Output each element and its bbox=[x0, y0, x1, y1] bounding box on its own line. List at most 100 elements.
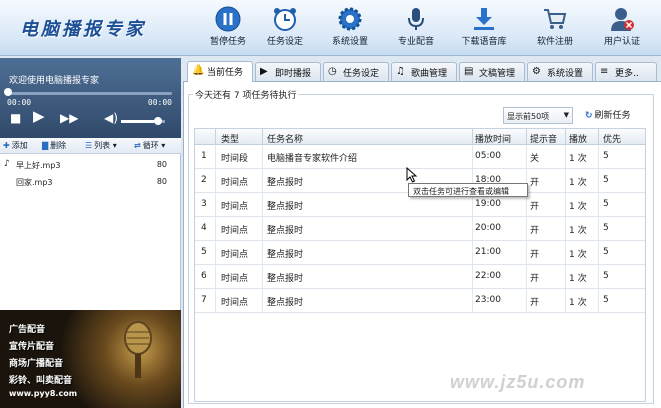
cell-type: 时间点 bbox=[221, 226, 249, 236]
system-setting-button[interactable]: 系统设置 bbox=[318, 6, 382, 52]
table-row[interactable]: 5 时间点 整点报时 21:00 开 1 次 5 bbox=[195, 241, 645, 265]
table-row[interactable]: 6 时间点 整点报时 22:00 开 1 次 5 bbox=[195, 265, 645, 289]
clock-icon: ◷ bbox=[328, 66, 337, 77]
trash-icon: ▇ bbox=[42, 141, 49, 150]
watermark: www.jz5u.com bbox=[450, 372, 586, 392]
cell-no: 3 bbox=[201, 199, 207, 209]
cell-no: 5 bbox=[201, 247, 207, 257]
column-divider bbox=[262, 129, 263, 145]
ad-url: www.pyy8.com bbox=[9, 389, 78, 398]
list-button[interactable]: ☰ 列表 ▾ bbox=[85, 140, 117, 151]
cell-tone: 关 bbox=[530, 154, 540, 164]
column-header[interactable]: 任务名称 bbox=[267, 132, 303, 145]
task-setting-button[interactable]: 任务设定 bbox=[253, 6, 317, 52]
table-row[interactable]: 1 时间段 电脑播音专家软件介绍 05:00 关 1 次 5 bbox=[195, 145, 645, 169]
cart-icon bbox=[544, 9, 567, 29]
cell-play: 1 次 bbox=[569, 178, 587, 188]
tooltip: 双击任务可进行查看或编辑 bbox=[408, 183, 528, 197]
list-icon: ☰ bbox=[85, 141, 93, 150]
register-button[interactable]: 软件注册 bbox=[523, 6, 587, 52]
volume-knob[interactable] bbox=[154, 117, 162, 125]
current-task-panel: 今天还有 7 项任务待执行 显示前50项 ▼ ↻ 刷新任务 类型 任务名称 播放时… bbox=[183, 82, 661, 408]
playlist-item[interactable]: 回家.mp3 80 bbox=[0, 175, 181, 189]
column-header[interactable]: 播放时间 bbox=[475, 132, 511, 145]
pro-voice-label: 专业配音 bbox=[397, 37, 434, 47]
ad-line: 彩铃、叫卖配音 bbox=[9, 376, 73, 386]
cell-play: 1 次 bbox=[569, 274, 587, 284]
loop-button[interactable]: ⇄ 循环 ▾ bbox=[134, 140, 165, 151]
ad-line: 广告配音 bbox=[9, 325, 46, 335]
gear-icon: ⚙ bbox=[532, 66, 541, 77]
column-header[interactable]: 播放 bbox=[569, 132, 587, 145]
tab-system-setting[interactable]: ⚙ 系统设置 bbox=[527, 62, 593, 81]
tab-instant-broadcast[interactable]: ▶ 即时播报 bbox=[255, 62, 321, 81]
next-button[interactable]: ▶▶ bbox=[60, 112, 78, 124]
column-header[interactable]: 类型 bbox=[221, 132, 239, 145]
list-label: 列表 bbox=[94, 141, 111, 150]
tab-document-management[interactable]: ▤ 文稿管理 bbox=[459, 62, 525, 81]
pause-task-button[interactable]: 暂停任务 bbox=[196, 6, 260, 52]
playlist-item[interactable]: ♪ 早上好.mp3 80 bbox=[0, 158, 181, 172]
stop-button[interactable]: ■ bbox=[10, 112, 21, 124]
gear-icon bbox=[338, 7, 362, 31]
tab-song-management[interactable]: ♫ 歌曲管理 bbox=[391, 62, 457, 81]
column-header[interactable]: 优先 bbox=[603, 132, 621, 145]
ad-line: 宣传片配音 bbox=[9, 342, 55, 352]
column-divider bbox=[215, 129, 216, 145]
ad-banner[interactable]: 广告配音 宣传片配音 商场广播配音 彩铃、叫卖配音 www.pyy8.com bbox=[0, 310, 181, 408]
bell-icon: 🔔 bbox=[192, 65, 205, 76]
cell-tone: 开 bbox=[530, 178, 540, 188]
add-label: 添加 bbox=[11, 141, 28, 150]
cell-name: 整点报时 bbox=[267, 226, 304, 236]
tab-current-task[interactable]: 🔔 当前任务 bbox=[187, 61, 253, 82]
cell-time: 19:00 bbox=[475, 199, 501, 209]
microphone-icon bbox=[124, 321, 152, 378]
download-voice-button[interactable]: 下载语音库 bbox=[452, 6, 516, 52]
cell-priority: 5 bbox=[603, 247, 609, 257]
user-auth-button[interactable]: 用户认证 bbox=[590, 6, 654, 52]
microphone-icon bbox=[408, 8, 424, 30]
volume-button[interactable]: ◀) bbox=[104, 112, 118, 124]
cell-priority: 5 bbox=[603, 175, 609, 185]
add-button[interactable]: ✚ 添加 bbox=[3, 140, 28, 151]
cell-priority: 5 bbox=[603, 199, 609, 209]
chevron-down-icon: ▼ bbox=[563, 111, 569, 119]
tab-label: 歌曲管理 bbox=[411, 69, 448, 79]
cell-name: 整点报时 bbox=[267, 202, 304, 212]
cell-type: 时间点 bbox=[221, 202, 249, 212]
filter-select[interactable]: 显示前50项 ▼ bbox=[503, 107, 573, 124]
refresh-icon: ↻ bbox=[585, 111, 593, 121]
progress-knob[interactable] bbox=[4, 88, 12, 96]
cell-tone: 开 bbox=[530, 250, 540, 260]
column-header[interactable]: 提示音 bbox=[530, 132, 557, 145]
loop-label: 循环 bbox=[142, 141, 159, 150]
cell-no: 6 bbox=[201, 271, 207, 281]
tab-label: 任务设定 bbox=[343, 69, 380, 79]
pro-voice-button[interactable]: 专业配音 bbox=[384, 6, 448, 52]
task-setting-label: 任务设定 bbox=[266, 37, 303, 47]
stop-icon: ■ bbox=[10, 111, 22, 125]
table-row[interactable]: 4 时间点 整点报时 20:00 开 1 次 5 bbox=[195, 217, 645, 241]
cell-time: 22:00 bbox=[475, 271, 501, 281]
refresh-task-button[interactable]: ↻ 刷新任务 bbox=[585, 108, 631, 121]
playlist-item-value: 80 bbox=[156, 160, 167, 169]
delete-button[interactable]: ▇ 删除 bbox=[42, 140, 66, 151]
tab-task-setting[interactable]: ◷ 任务设定 bbox=[323, 62, 389, 81]
volume-fill bbox=[121, 120, 154, 123]
tab-label: 文稿管理 bbox=[479, 69, 516, 79]
plus-icon: ✚ bbox=[3, 141, 10, 150]
cell-play: 1 次 bbox=[569, 298, 587, 308]
play-button[interactable]: ▶ bbox=[33, 109, 45, 124]
progress-bar[interactable] bbox=[8, 92, 172, 95]
cell-name: 整点报时 bbox=[267, 250, 304, 260]
playlist-item-name: 回家.mp3 bbox=[16, 178, 53, 187]
cell-name: 电脑播音专家软件介绍 bbox=[267, 154, 358, 164]
table-row[interactable]: 7 时间点 整点报时 23:00 开 1 次 5 bbox=[195, 289, 645, 313]
column-divider bbox=[472, 129, 473, 145]
app-logo: 电脑播报专家 bbox=[20, 19, 146, 40]
tab-more[interactable]: ≡ 更多.. bbox=[595, 62, 657, 81]
top-toolbar: 电脑播报专家 暂停任务 任务设定 系统设置 专业配音 下载语音库 软件注册 用户… bbox=[0, 0, 661, 56]
music-note-icon: ♪ bbox=[4, 159, 10, 169]
refresh-label: 刷新任务 bbox=[594, 111, 631, 121]
user-icon bbox=[611, 8, 634, 31]
